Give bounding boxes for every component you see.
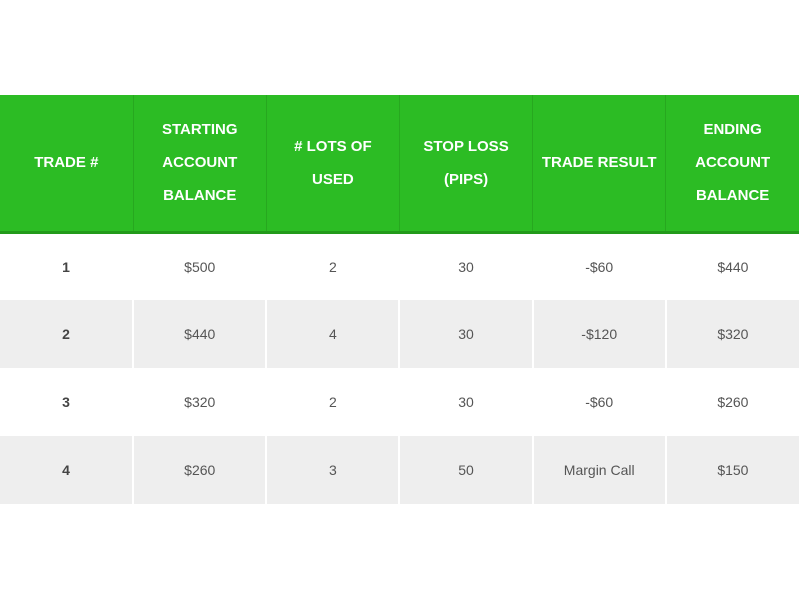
header-ending-balance: ENDING ACCOUNT BALANCE [665, 95, 799, 234]
cell-lots-used: 3 [266, 436, 401, 504]
trade-table: TRADE # STARTING ACCOUNT BALANCE # LOTS … [0, 95, 799, 504]
cell-lots-used: 2 [266, 232, 401, 300]
cell-stop-loss: 30 [399, 232, 534, 300]
header-lots-used: # LOTS OF USED [266, 95, 400, 234]
cell-ending-balance: $150 [665, 436, 799, 504]
header-row: TRADE # STARTING ACCOUNT BALANCE # LOTS … [0, 95, 799, 234]
cell-lots-used: 4 [266, 300, 401, 368]
table-header: TRADE # STARTING ACCOUNT BALANCE # LOTS … [0, 95, 799, 234]
header-trade-number: TRADE # [0, 95, 134, 234]
cell-trade-number: 1 [0, 232, 135, 300]
cell-stop-loss: 30 [399, 300, 534, 368]
cell-starting-balance: $500 [133, 232, 268, 300]
cell-ending-balance: $320 [665, 300, 799, 368]
cell-ending-balance: $260 [665, 368, 799, 436]
table-row: 4 $260 3 50 Margin Call $150 [0, 436, 799, 504]
trade-table-container: TRADE # STARTING ACCOUNT BALANCE # LOTS … [0, 95, 799, 504]
cell-stop-loss: 30 [399, 368, 534, 436]
table-row: 2 $440 4 30 -$120 $320 [0, 300, 799, 368]
cell-stop-loss: 50 [399, 436, 534, 504]
cell-trade-number: 4 [0, 436, 135, 504]
cell-starting-balance: $320 [133, 368, 268, 436]
cell-lots-used: 2 [266, 368, 401, 436]
cell-trade-number: 2 [0, 300, 135, 368]
cell-ending-balance: $440 [665, 232, 799, 300]
table-row: 1 $500 2 30 -$60 $440 [0, 232, 799, 300]
header-starting-balance: STARTING ACCOUNT BALANCE [133, 95, 267, 234]
cell-trade-result: -$120 [532, 300, 667, 368]
cell-starting-balance: $260 [133, 436, 268, 504]
cell-trade-result: -$60 [532, 232, 667, 300]
cell-starting-balance: $440 [133, 300, 268, 368]
table-body: 1 $500 2 30 -$60 $440 2 $440 4 30 -$120 … [0, 232, 799, 504]
cell-trade-result: Margin Call [532, 436, 667, 504]
header-trade-result: TRADE RESULT [532, 95, 667, 234]
cell-trade-result: -$60 [532, 368, 667, 436]
table-row: 3 $320 2 30 -$60 $260 [0, 368, 799, 436]
header-stop-loss: STOP LOSS (PIPS) [399, 95, 534, 234]
cell-trade-number: 3 [0, 368, 135, 436]
